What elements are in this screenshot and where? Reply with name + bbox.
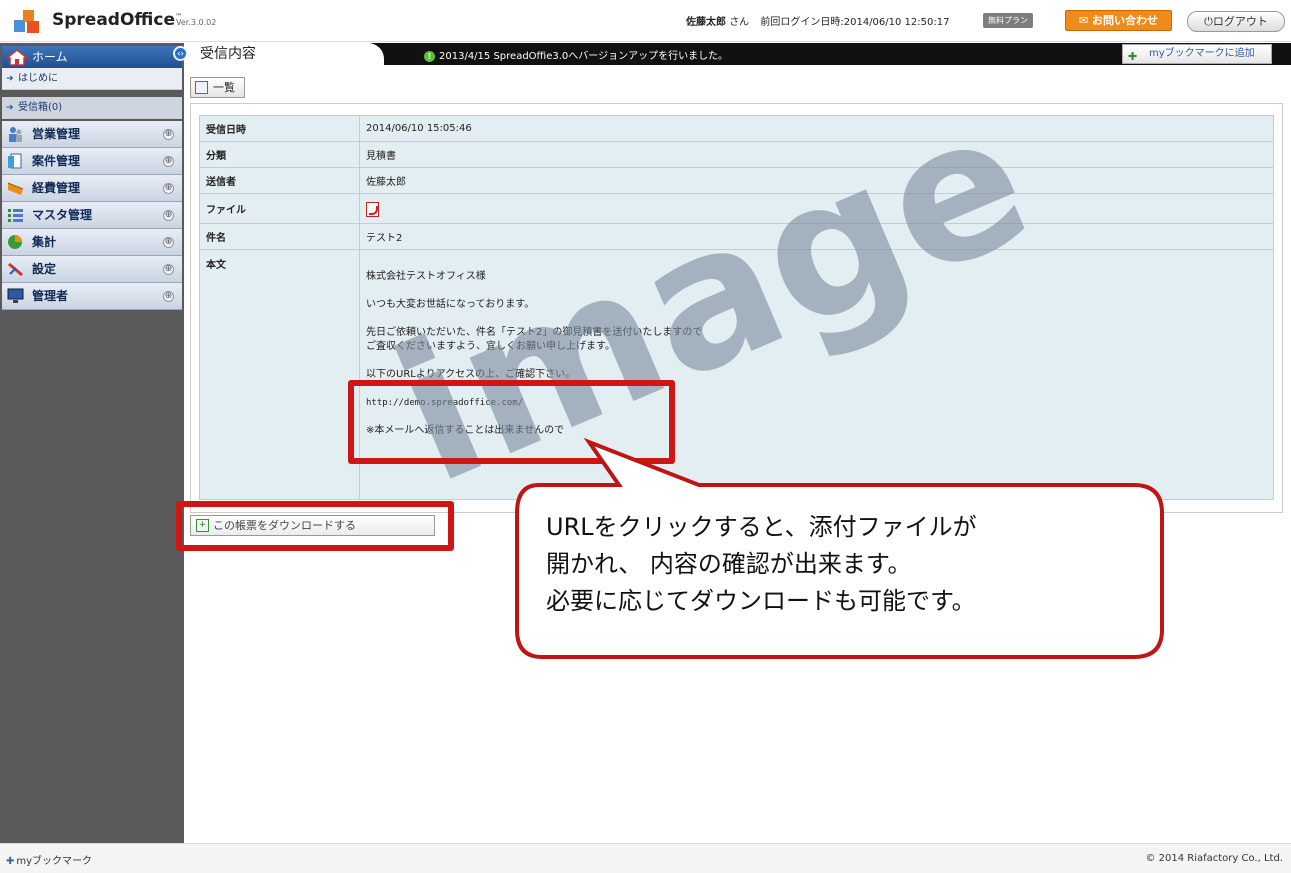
body-paragraph: 以下のURLよりアクセスの上、ご確認下さい。 xyxy=(366,369,576,380)
sidebar-item-expenses[interactable]: 経費管理 ⊕ xyxy=(2,175,182,202)
row-label: 送信者 xyxy=(199,167,360,194)
row-label: 件名 xyxy=(199,223,360,250)
sidebar-home-label: ホーム xyxy=(32,50,68,64)
row-label: 受信日時 xyxy=(199,115,360,142)
row-label: 分類 xyxy=(199,141,360,168)
body-paragraph: いつも大変お世話になっております。 xyxy=(366,299,535,310)
home-icon xyxy=(6,49,28,66)
footer-bookmark[interactable]: ✚ myブックマーク xyxy=(6,852,92,867)
tab-bar: ‹› 受信内容 ! 2013/4/15 SpreadOffie3.0へバージョンア… xyxy=(173,43,1291,65)
body-paragraph: 株式会社テストオフィス様 xyxy=(366,271,486,282)
row-value xyxy=(359,193,1274,224)
user-name: 佐藤太郎 xyxy=(686,17,726,28)
sidebar-item-settings[interactable]: 設定 ⊕ xyxy=(2,256,182,283)
list-button-label: 一覧 xyxy=(213,81,235,94)
callout-bubble: URLをクリックすると、添付ファイルが 開かれ、 内容の確認が出来ます。 必要に… xyxy=(514,437,1166,660)
download-button[interactable]: + この帳票をダウンロードする xyxy=(190,515,435,536)
expand-icon[interactable]: ⊕ xyxy=(163,129,174,140)
sidebar: ホーム ➜ はじめに ➜ 受信箱(0) 営業管理 ⊕ 案件管理 ⊕ 経費管理 ⊕ マスタ管… xyxy=(0,43,184,843)
mail-icon: ✉ xyxy=(1078,14,1093,27)
body-paragraph: 先日ご依頼いただいた、件名「テスト2」の御見積書を送付いたしますので ご査収くだ… xyxy=(366,327,703,352)
sidebar-item-intro[interactable]: ➜ はじめに xyxy=(2,68,182,90)
monitor-icon xyxy=(7,288,24,303)
app-header: SpreadOffice™ Ver.3.0.02 佐藤太郎 さん 前回ログイン日… xyxy=(0,0,1291,42)
expand-icon[interactable]: ⊕ xyxy=(163,183,174,194)
table-row: 送信者 佐藤太郎 xyxy=(199,167,1274,194)
sidebar-item-label: 設定 xyxy=(32,262,57,276)
pie-chart-icon xyxy=(8,235,22,249)
table-row: 件名 テスト2 xyxy=(199,223,1274,250)
expand-icon[interactable]: ⊕ xyxy=(163,291,174,302)
tab-received-content[interactable]: ‹› 受信内容 xyxy=(173,43,384,65)
notice-message[interactable]: ! 2013/4/15 SpreadOffie3.0へバージョンアップを行いました… xyxy=(424,47,728,62)
body-url-link[interactable]: http://demo.spreadoffice.com/ xyxy=(366,396,1267,410)
list-icon xyxy=(195,81,208,94)
footer: ✚ myブックマーク © 2014 Riafactory Co., Ltd. xyxy=(0,843,1291,873)
logo-icon xyxy=(14,10,40,34)
tools-icon xyxy=(8,262,23,277)
sidebar-item-projects[interactable]: 案件管理 ⊕ xyxy=(2,148,182,175)
download-icon: + xyxy=(196,519,209,532)
sidebar-item-admin[interactable]: 管理者 ⊕ xyxy=(2,283,182,310)
sidebar-item-label: 管理者 xyxy=(32,289,69,303)
table-row: 分類 見積書 xyxy=(199,141,1274,168)
sidebar-item-master[interactable]: マスタ管理 ⊕ xyxy=(2,202,182,229)
contact-button[interactable]: ✉ お問い合わせ xyxy=(1065,10,1172,31)
table-row: ファイル xyxy=(199,193,1274,224)
info-icon: ! xyxy=(424,51,435,62)
sidebar-item-sales[interactable]: 営業管理 ⊕ xyxy=(2,121,182,148)
download-button-label: この帳票をダウンロードする xyxy=(213,519,356,532)
row-label: ファイル xyxy=(199,193,360,224)
list-icon xyxy=(8,209,23,222)
expand-icon[interactable]: ⊕ xyxy=(163,264,174,275)
bookmark-add-label: myブックマークに追加 xyxy=(1149,48,1255,59)
people-icon xyxy=(9,127,22,142)
sidebar-item-label: 営業管理 xyxy=(32,127,81,141)
row-value: テスト2 xyxy=(359,223,1274,250)
notice-text: 2013/4/15 SpreadOffie3.0へバージョンアップを行いました。 xyxy=(439,51,729,62)
sidebar-item-label: 案件管理 xyxy=(32,154,81,168)
sidebar-item-label: 受信箱(0) xyxy=(18,102,63,113)
sidebar-item-label: はじめに xyxy=(18,73,58,84)
app-version: Ver.3.0.02 xyxy=(176,18,217,27)
plan-badge: 無料プラン xyxy=(983,13,1033,28)
sidebar-item-label: 集計 xyxy=(32,235,57,249)
row-value: 見積書 xyxy=(359,141,1274,168)
user-honorific: さん xyxy=(729,17,750,28)
list-button[interactable]: 一覧 xyxy=(190,77,245,98)
expand-icon[interactable]: ⊕ xyxy=(163,237,174,248)
arrow-right-icon: ➜ xyxy=(6,103,14,113)
document-icon xyxy=(8,153,22,169)
app-name: SpreadOffice™ xyxy=(52,10,182,30)
tab-arrows-icon: ‹› xyxy=(173,46,188,61)
sidebar-item-inbox[interactable]: ➜ 受信箱(0) xyxy=(2,97,182,119)
bookmark-icon: ✚ xyxy=(1128,50,1138,63)
sidebar-item-summary[interactable]: 集計 ⊕ xyxy=(2,229,182,256)
callout-text: URLをクリックすると、添付ファイルが 開かれ、 内容の確認が出来ます。 必要に… xyxy=(546,513,977,615)
logout-button-label: ログアウト xyxy=(1212,15,1268,28)
footer-bookmark-label: myブックマーク xyxy=(16,856,93,867)
row-value: 佐藤太郎 xyxy=(359,167,1274,194)
power-icon: ⏻ xyxy=(1204,15,1213,28)
expand-icon[interactable]: ⊕ xyxy=(163,156,174,167)
row-label: 本文 xyxy=(199,249,360,500)
last-login: 前回ログイン日時:2014/06/10 12:50:17 xyxy=(760,17,950,28)
folder-icon xyxy=(7,182,24,195)
expand-icon[interactable]: ⊕ xyxy=(163,210,174,221)
contact-button-label: お問い合わせ xyxy=(1092,14,1159,27)
user-info: 佐藤太郎 さん 前回ログイン日時:2014/06/10 12:50:17 xyxy=(686,13,949,28)
pdf-file-icon[interactable] xyxy=(366,201,379,217)
sidebar-home[interactable]: ホーム xyxy=(2,46,182,68)
copyright: © 2014 Riafactory Co., Ltd. xyxy=(1145,853,1283,864)
logout-button[interactable]: ⏻ログアウト xyxy=(1187,11,1285,32)
row-value: 2014/06/10 15:05:46 xyxy=(359,115,1274,142)
tab-label: 受信内容 xyxy=(200,46,256,62)
sidebar-item-label: マスタ管理 xyxy=(32,208,93,222)
table-row: 受信日時 2014/06/10 15:05:46 xyxy=(199,115,1274,142)
bookmark-add-button[interactable]: ✚ myブックマークに追加 xyxy=(1122,44,1272,64)
bookmark-icon: ✚ xyxy=(6,856,15,867)
sidebar-item-label: 経費管理 xyxy=(32,181,81,195)
arrow-right-icon: ➜ xyxy=(6,74,14,84)
